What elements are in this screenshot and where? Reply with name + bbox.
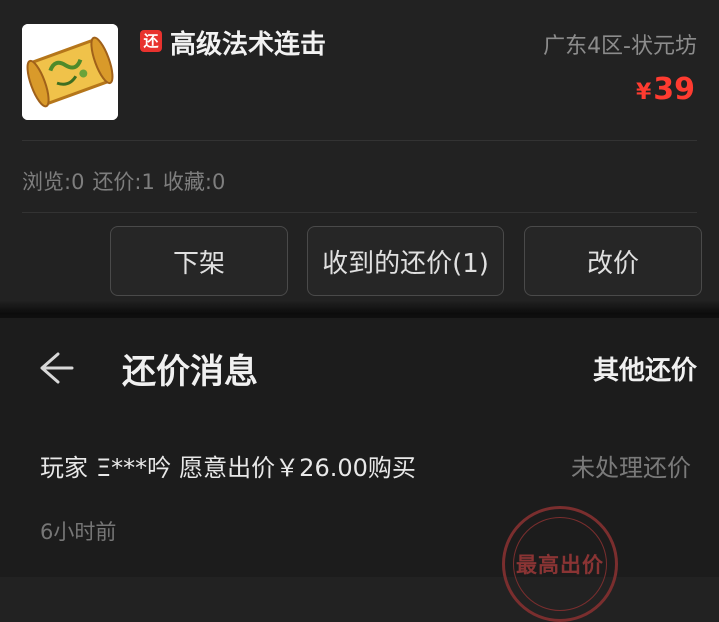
favorites-count: 收藏:0 (162, 170, 226, 194)
player-label: 玩家 (40, 454, 88, 482)
item-stats: 浏览:0 还价:1 收藏:0 (22, 166, 225, 196)
change-price-button[interactable]: 改价 (524, 226, 702, 296)
highest-bid-stamp: 最高出价 (502, 506, 618, 622)
offer-status: 未处理还价 (571, 454, 691, 482)
back-arrow-icon[interactable] (36, 348, 76, 388)
delist-button[interactable]: 下架 (110, 226, 288, 296)
item-price: ¥39 (636, 72, 695, 107)
other-offers-link[interactable]: 其他还价 (593, 350, 697, 387)
counter-offer-tag: 还 (140, 30, 162, 52)
player-name: Ξ***吟 (96, 454, 172, 482)
offer-time: 6小时前 (40, 520, 117, 544)
offers-count: 还价:1 (92, 170, 155, 194)
divider (22, 140, 697, 141)
offer-message: 玩家 Ξ***吟 愿意出价￥26.00购买 (40, 448, 416, 483)
views-count: 浏览:0 (22, 170, 85, 194)
divider (22, 212, 697, 213)
item-title: 高级法术连击 (170, 30, 327, 60)
server-label: 广东4区-状元坊 (543, 34, 697, 59)
received-offers-button[interactable]: 收到的还价(1) (307, 226, 504, 296)
stamp-label: 最高出价 (516, 553, 604, 577)
spell-scroll-icon[interactable] (22, 24, 118, 120)
price-currency: ¥ (635, 80, 652, 105)
offer-text: 愿意出价￥26.00购买 (179, 454, 416, 482)
price-value: 39 (653, 72, 695, 107)
sheet-title: 还价消息 (122, 352, 258, 392)
item-panel: 还 高级法术连击 广东4区-状元坊 ¥39 浏览:0 还价:1 收藏:0 下架 收到… (0, 0, 719, 318)
